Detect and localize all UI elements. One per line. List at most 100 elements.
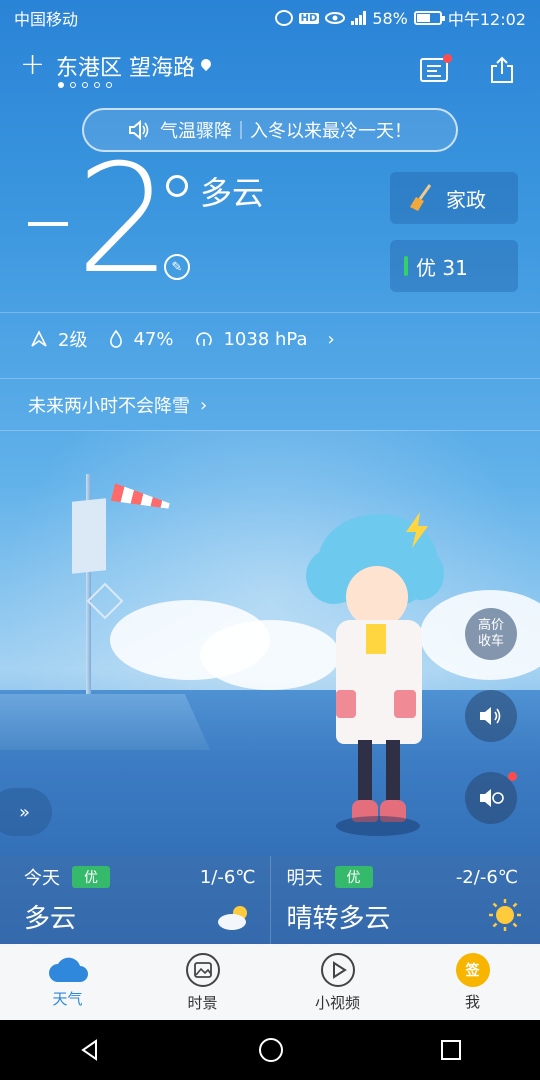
alarm-icon [274,10,293,26]
location-label: 东港区 望海路 [56,56,195,81]
page-dot [70,82,76,88]
notification-dot [508,772,517,781]
system-navigation-bar [0,1020,540,1080]
character-pocket [394,690,416,718]
partly-cloudy-icon [217,906,247,930]
city-page-indicator [58,82,112,88]
humidity-value: 47% [133,328,174,350]
cloud-icon [48,957,88,982]
forecast-day: 今天 [24,868,60,889]
status-bar: 中国移动 HD 58% 中午12:02 [0,0,540,36]
car-sale-label-line: 高价 [477,618,504,633]
expand-panel-button[interactable]: » [0,788,52,836]
forecast-tomorrow[interactable]: 明天 优 -2/-6℃ 晴转多云 [269,856,540,944]
eye-icon [325,12,346,24]
nav-tab-weather[interactable]: 天气 [0,944,135,1020]
nav-label: 小视频 [314,993,360,1012]
feedback-edit-icon[interactable]: ✎ [164,254,190,280]
weather-stats-row[interactable]: 2级 47% 1038 hPa › [30,326,335,352]
degree-symbol [166,175,188,197]
bottom-navigation: 天气 时景 小视频 签 我 [0,944,540,1020]
precipitation-forecast-row[interactable]: 未来两小时不会降雪 › [28,392,207,418]
clock: 中午12:02 [447,10,526,29]
scene-platform [0,694,210,750]
voice-broadcast-button[interactable] [465,690,517,742]
nav-tab-scenes[interactable]: 时景 [135,944,270,1020]
pressure-icon [196,332,213,346]
location-pin-icon [201,59,211,73]
alert-text: 气温骤降｜入冬以来最冷一天！ [160,121,412,142]
news-notification-dot [443,54,452,63]
battery-percent: 58% [372,8,408,28]
share-icon[interactable] [488,56,516,84]
add-city-button[interactable]: + [20,50,45,80]
news-line [427,70,437,72]
current-condition: 多云 [200,174,265,212]
divider [0,378,540,379]
sign-in-icon: 签 [455,952,490,987]
play-icon [320,952,355,987]
page-dot [58,82,64,88]
housekeeping-label: 家政 [446,187,486,212]
status-icons: HD 58% 中午12:02 [274,6,526,30]
page-dot [94,82,100,88]
character-leg [386,740,400,804]
forecast-temp-range: 1/-6℃ [199,866,256,888]
nav-label: 天气 [52,989,83,1008]
double-chevron-right-icon: » [18,801,30,823]
hd-icon: HD [298,12,320,24]
character-shirt [366,624,386,654]
precipitation-text: 未来两小时不会降雪 [28,396,190,417]
housekeeping-button[interactable]: 家政 [390,172,518,224]
nav-label: 我 [464,992,480,1011]
humidity-icon [110,330,123,348]
temperature-minus-sign [28,222,68,226]
wind-direction-icon [31,330,47,347]
signal-icon [351,11,367,25]
news-line [427,65,441,67]
carrier-label: 中国移动 [14,10,79,29]
wind-level: 2级 [58,330,88,351]
car-sale-label-line: 收车 [477,634,504,649]
battery-icon [413,11,445,25]
daily-forecast-strip: 今天 优 1/-6℃ 多云 明天 优 -2/-6℃ 晴转多云 [0,856,540,944]
divider [0,312,540,313]
news-line [427,75,441,77]
sun-icon [489,899,521,931]
character-pocket [336,690,356,718]
forecast-today[interactable]: 今天 优 1/-6℃ 多云 [0,856,270,944]
broom-icon [410,184,432,211]
forecast-day: 明天 [286,868,323,889]
page-dot [106,82,112,88]
news-button[interactable] [420,54,452,82]
home-icon[interactable] [258,1037,284,1063]
aqi-indicator-bar [404,256,408,276]
pressure-value: 1038 hPa [223,328,308,350]
character-face [346,566,408,628]
sign-board [72,498,106,574]
chevron-right-icon: › [327,328,335,350]
car-sale-button[interactable]: 高价 收车 [465,608,517,660]
character-shadow [336,816,420,836]
cloud-decoration [200,620,340,690]
aqi-label: 优 31 [416,255,468,280]
recents-icon[interactable] [440,1039,462,1061]
forecast-condition: 晴转多云 [286,904,391,934]
character-leg [358,740,372,804]
paid-voice-button[interactable] [465,772,517,824]
air-quality-button[interactable]: 优 31 [390,240,518,292]
back-icon[interactable] [78,1038,102,1062]
page-dot [82,82,88,88]
photo-icon [185,952,220,987]
speaker-icon [480,707,501,725]
forecast-aqi-badge: 优 [334,866,373,888]
nav-tab-videos[interactable]: 小视频 [270,944,405,1020]
chevron-right-icon: › [200,394,208,416]
nav-tab-me[interactable]: 签 我 [405,944,540,1020]
forecast-aqi-badge: 优 [72,866,110,888]
battery-fill [416,14,430,22]
current-temperature: 2 [76,133,172,307]
location-selector[interactable]: 东港区 望海路 [56,50,211,82]
lightning-icon [406,512,428,548]
forecast-temp-range: -2/-6℃ [455,866,518,888]
